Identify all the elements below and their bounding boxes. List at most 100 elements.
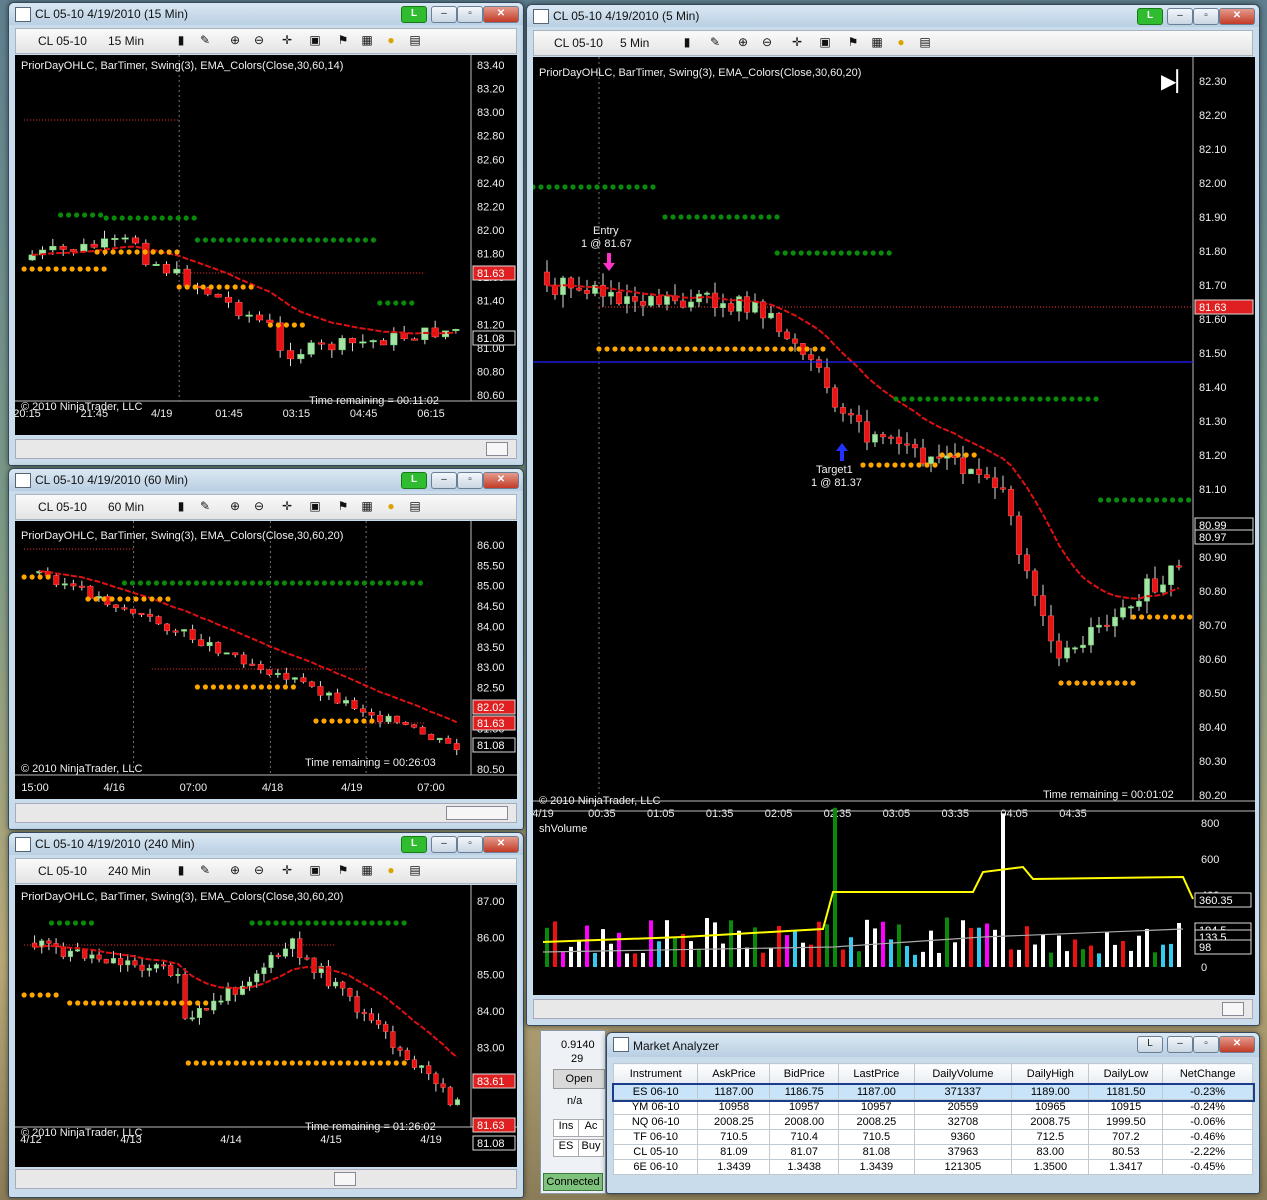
zoom-in-icon[interactable]: ⊕ xyxy=(736,35,750,49)
money-icon[interactable]: ● xyxy=(384,863,398,877)
price-chart[interactable]: 83.40 83.20 83.00 82.80 82.60 82.40 82.20 82.00… xyxy=(15,55,517,435)
column-header[interactable]: Instrument xyxy=(612,1063,699,1085)
chart-scrollbar[interactable] xyxy=(15,1169,517,1189)
interval-selector[interactable]: 5 Min xyxy=(620,36,649,50)
zoom-in-icon[interactable]: ⊕ xyxy=(228,33,242,47)
strategy-icon[interactable]: ⚑ xyxy=(846,35,860,49)
indicators-icon[interactable]: ▦ xyxy=(360,33,374,47)
chart-window-240min[interactable]: CL 05-10 4/19/2010 (240 Min) L – ▫ ✕ CL … xyxy=(8,832,524,1198)
minimize-button[interactable]: – xyxy=(431,6,457,23)
money-icon[interactable]: ● xyxy=(894,35,908,49)
title-bar[interactable]: CL 05-10 4/19/2010 (5 Min) L – ▫ ✕ xyxy=(527,5,1259,27)
title-bar[interactable]: Market Analyzer L – ▫ ✕ xyxy=(607,1033,1259,1057)
table-row[interactable]: 6E 06-10 1.3439 1.3438 1.3439 121305 1.3500 1.… xyxy=(612,1159,1253,1175)
crosshair-icon[interactable]: ✛ xyxy=(280,33,294,47)
price-chart[interactable]: 87.0086.0085.0084.0083.0082.0081.004/124… xyxy=(15,885,517,1167)
bar-type-icon[interactable]: ▮ xyxy=(174,499,188,513)
title-bar[interactable]: CL 05-10 4/19/2010 (60 Min) L – ▫ ✕ xyxy=(9,469,523,491)
properties-icon[interactable]: ▣ xyxy=(308,863,322,877)
chart-window-5min[interactable]: CL 05-10 4/19/2010 (5 Min) L – ▫ ✕ CL 05… xyxy=(526,4,1260,1026)
money-icon[interactable]: ● xyxy=(384,33,398,47)
properties-icon[interactable]: ▣ xyxy=(308,33,322,47)
column-header[interactable]: DailyVolume xyxy=(913,1063,1013,1085)
minimize-button[interactable]: – xyxy=(1167,1036,1193,1053)
market-analyzer-grid[interactable]: Instrument AskPrice BidPrice LastPrice Daily… xyxy=(611,1063,1255,1175)
interval-selector[interactable]: 60 Min xyxy=(108,500,144,514)
table-row[interactable]: ES 06-10 1187.00 1186.75 1187.00 371337 1189.… xyxy=(611,1082,1255,1102)
column-header[interactable]: DailyLow xyxy=(1088,1063,1164,1085)
close-button[interactable]: ✕ xyxy=(483,6,519,23)
zoom-out-icon[interactable]: ⊖ xyxy=(252,499,266,513)
strategy-icon[interactable]: ⚑ xyxy=(336,33,350,47)
crosshair-icon[interactable]: ✛ xyxy=(280,863,294,877)
column-header[interactable]: BidPrice xyxy=(769,1063,840,1085)
close-button[interactable]: ✕ xyxy=(1219,1036,1255,1053)
link-button[interactable]: L xyxy=(401,6,427,23)
table-row[interactable]: NQ 06-10 2008.25 2008.00 2008.25 32708 2008.7… xyxy=(612,1114,1253,1130)
indicators-icon[interactable]: ▦ xyxy=(360,499,374,513)
chart-window-60min[interactable]: CL 05-10 4/19/2010 (60 Min) L – ▫ ✕ CL 0… xyxy=(8,468,524,830)
indicators-icon[interactable]: ▦ xyxy=(360,863,374,877)
data-box-icon[interactable]: ▤ xyxy=(918,35,932,49)
maximize-button[interactable]: ▫ xyxy=(457,6,483,23)
strategy-icon[interactable]: ⚑ xyxy=(336,499,350,513)
table-row[interactable]: TF 06-10 710.5 710.4 710.5 9360 712.5 707.2 -0.… xyxy=(612,1129,1253,1145)
strategy-icon[interactable]: ⚑ xyxy=(336,863,350,877)
data-box-icon[interactable]: ▤ xyxy=(408,863,422,877)
go-to-end-icon[interactable]: ▶▏ xyxy=(1161,69,1192,94)
instrument-selector[interactable]: CL 05-10 xyxy=(38,500,87,514)
data-box-icon[interactable]: ▤ xyxy=(408,499,422,513)
table-row[interactable]: YM 06-10 10958 10957 10957 20559 10965 10915 -0… xyxy=(612,1099,1253,1115)
chart-scrollbar[interactable] xyxy=(533,999,1253,1019)
table-row[interactable]: CL 05-10 81.09 81.07 81.08 37963 83.00 80.53 -2… xyxy=(612,1144,1253,1160)
price-chart[interactable]: 82.30 82.20 82.10 82.00 81.90 81.80 81.70 81.60… xyxy=(533,57,1255,995)
minimize-button[interactable]: – xyxy=(1167,8,1193,25)
close-button[interactable]: ✕ xyxy=(1219,8,1255,25)
bar-type-icon[interactable]: ▮ xyxy=(174,33,188,47)
properties-icon[interactable]: ▣ xyxy=(308,499,322,513)
zoom-out-icon[interactable]: ⊖ xyxy=(760,35,774,49)
close-button[interactable]: ✕ xyxy=(483,836,519,853)
interval-selector[interactable]: 15 Min xyxy=(108,34,144,48)
interval-selector[interactable]: 240 Min xyxy=(108,864,151,878)
minimize-button[interactable]: – xyxy=(431,836,457,853)
instrument-selector[interactable]: CL 05-10 xyxy=(38,864,87,878)
bar-type-icon[interactable]: ▮ xyxy=(174,863,188,877)
crosshair-icon[interactable]: ✛ xyxy=(790,35,804,49)
es-field[interactable]: ES xyxy=(553,1139,579,1157)
bar-type-icon[interactable]: ▮ xyxy=(680,35,694,49)
instrument-selector[interactable]: CL 05-10 xyxy=(38,34,87,48)
market-analyzer-window[interactable]: Market Analyzer L – ▫ ✕ Instrument AskPri… xyxy=(606,1032,1260,1194)
data-box-icon[interactable]: ▤ xyxy=(408,33,422,47)
column-header[interactable]: DailyHigh xyxy=(1011,1063,1090,1085)
maximize-button[interactable]: ▫ xyxy=(1193,1036,1219,1053)
link-button[interactable]: L xyxy=(1137,1036,1163,1053)
crosshair-icon[interactable]: ✛ xyxy=(280,499,294,513)
link-button[interactable]: L xyxy=(401,472,427,489)
price-chart[interactable]: 86.00 85.50 85.00 84.50 84.00 83.50 83.00 82.50… xyxy=(15,521,517,799)
link-button[interactable]: L xyxy=(401,836,427,853)
close-button[interactable]: ✕ xyxy=(483,472,519,489)
maximize-button[interactable]: ▫ xyxy=(457,472,483,489)
column-header[interactable]: NetChange xyxy=(1162,1063,1253,1085)
column-header[interactable]: AskPrice xyxy=(697,1063,771,1085)
chart-scrollbar[interactable] xyxy=(15,803,517,823)
ins-button[interactable]: Ins xyxy=(553,1119,579,1137)
column-header[interactable]: LastPrice xyxy=(838,1063,915,1085)
zoom-out-icon[interactable]: ⊖ xyxy=(252,33,266,47)
link-button[interactable]: L xyxy=(1137,8,1163,25)
draw-tool-icon[interactable]: ✎ xyxy=(198,499,212,513)
zoom-out-icon[interactable]: ⊖ xyxy=(252,863,266,877)
maximize-button[interactable]: ▫ xyxy=(1193,8,1219,25)
indicators-icon[interactable]: ▦ xyxy=(870,35,884,49)
buy-button[interactable]: Buy xyxy=(578,1139,604,1157)
chart-scrollbar[interactable] xyxy=(15,439,517,459)
draw-tool-icon[interactable]: ✎ xyxy=(708,35,722,49)
open-button[interactable]: Open xyxy=(553,1069,605,1089)
maximize-button[interactable]: ▫ xyxy=(457,836,483,853)
zoom-in-icon[interactable]: ⊕ xyxy=(228,499,242,513)
minimize-button[interactable]: – xyxy=(431,472,457,489)
chart-window-15min[interactable]: CL 05-10 4/19/2010 (15 Min) L – ▫ ✕ CL 0… xyxy=(8,2,524,466)
draw-tool-icon[interactable]: ✎ xyxy=(198,33,212,47)
money-icon[interactable]: ● xyxy=(384,499,398,513)
